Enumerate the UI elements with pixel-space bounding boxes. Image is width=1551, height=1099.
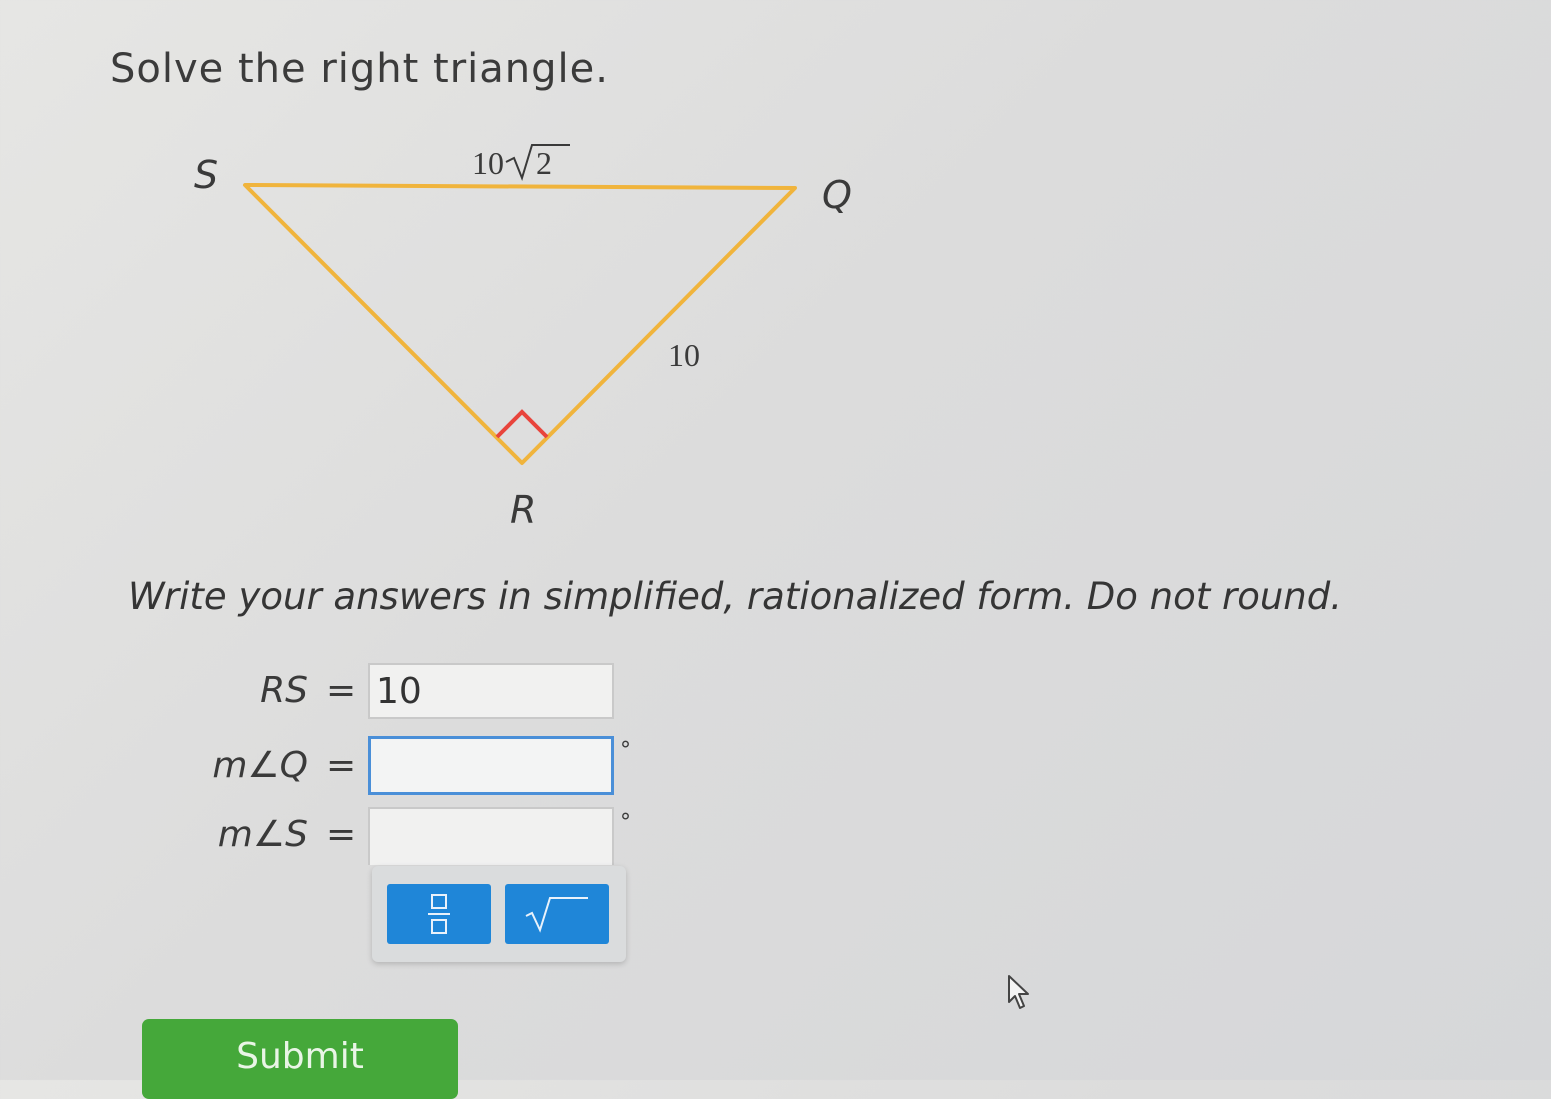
square-root-button[interactable] bbox=[505, 884, 609, 944]
angle-q-input[interactable] bbox=[368, 736, 614, 795]
vertex-label-q: Q bbox=[822, 173, 852, 217]
rs-label: RS bbox=[260, 670, 308, 711]
angle-s-label: m∠S bbox=[217, 814, 308, 855]
fraction-button[interactable] bbox=[387, 884, 491, 944]
side-label-sq-coef: 10 bbox=[472, 145, 504, 181]
submit-button[interactable]: Submit bbox=[142, 1019, 458, 1099]
angle-s-degree-unit: ° bbox=[620, 810, 631, 835]
angle-q-degree-unit: ° bbox=[620, 738, 631, 763]
rs-input[interactable]: 10 bbox=[368, 663, 614, 719]
vertex-label-s: S bbox=[194, 153, 218, 197]
math-input-toolbar bbox=[372, 866, 626, 962]
right-angle-marker bbox=[495, 409, 549, 439]
vertex-label-r: R bbox=[510, 488, 536, 532]
angle-q-label: m∠Q bbox=[212, 745, 308, 786]
triangle-shape bbox=[243, 183, 797, 465]
instruction-text: Write your answers in simplified, ration… bbox=[128, 575, 1343, 618]
angle-q-equals: = bbox=[326, 745, 357, 786]
side-label-sq-radicand: 2 bbox=[536, 145, 552, 181]
fraction-icon bbox=[428, 894, 450, 934]
side-label-rq: 10 bbox=[668, 337, 700, 373]
triangle-figure: S Q R 10 2 10 bbox=[194, 144, 852, 532]
side-label-sq: 10 2 bbox=[472, 144, 570, 182]
rs-equals: = bbox=[326, 670, 357, 711]
square-root-icon bbox=[525, 897, 588, 933]
mouse-cursor-icon bbox=[1008, 975, 1029, 1009]
angle-s-input[interactable] bbox=[368, 807, 614, 865]
angle-s-equals: = bbox=[326, 814, 357, 855]
